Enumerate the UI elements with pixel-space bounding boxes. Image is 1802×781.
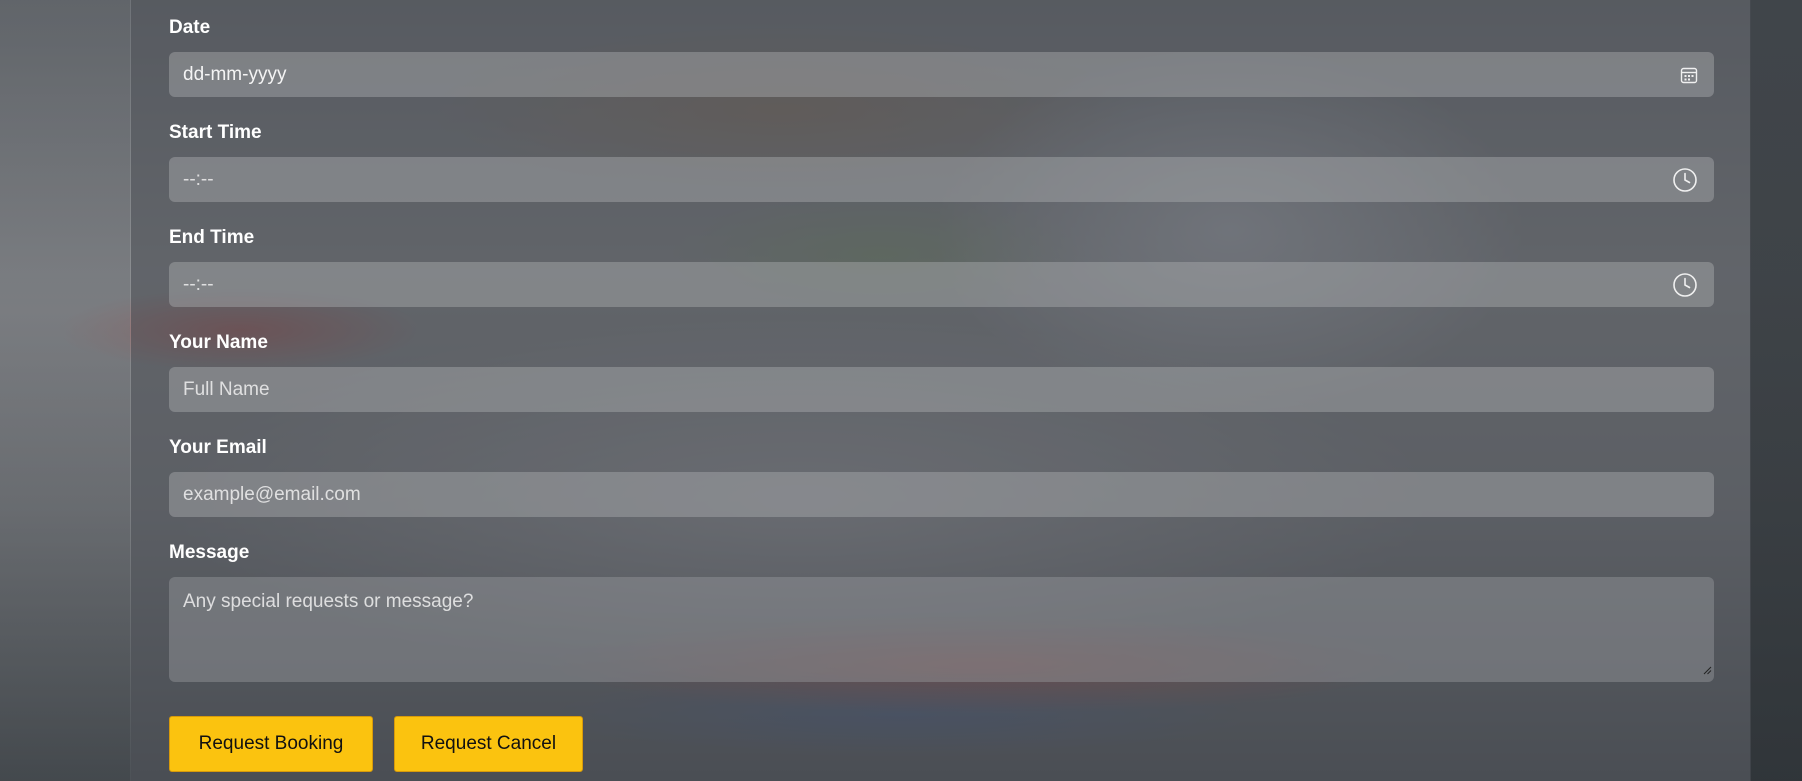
message-textarea[interactable]: Any special requests or message? (169, 577, 1714, 682)
request-cancel-button[interactable]: Request Cancel (394, 716, 583, 772)
clock-icon[interactable] (1672, 167, 1698, 193)
background-right (1750, 0, 1802, 781)
clock-icon[interactable] (1672, 272, 1698, 298)
date-placeholder: dd-mm-yyyy (183, 63, 287, 85)
end-time-field[interactable]: --:-- (169, 262, 1714, 307)
name-label: Your Name (169, 332, 268, 353)
start-time-field[interactable]: --:-- (169, 157, 1714, 202)
message-placeholder: Any special requests or message? (183, 591, 474, 612)
email-placeholder: example@email.com (183, 483, 361, 505)
calendar-icon[interactable] (1680, 66, 1698, 84)
name-placeholder: Full Name (183, 378, 270, 400)
date-field[interactable]: dd-mm-yyyy (169, 52, 1714, 97)
start-time-label: Start Time (169, 122, 262, 143)
message-label: Message (169, 542, 250, 563)
email-field[interactable]: example@email.com (169, 472, 1714, 517)
end-time-placeholder: --:-- (183, 273, 214, 295)
date-label: Date (169, 17, 211, 38)
end-time-label: End Time (169, 227, 255, 248)
name-field[interactable]: Full Name (169, 367, 1714, 412)
background-left (0, 0, 130, 781)
email-label: Your Email (169, 437, 267, 458)
request-booking-button[interactable]: Request Booking (169, 716, 373, 772)
start-time-placeholder: --:-- (183, 168, 214, 190)
resize-handle-icon[interactable] (1702, 662, 1712, 680)
